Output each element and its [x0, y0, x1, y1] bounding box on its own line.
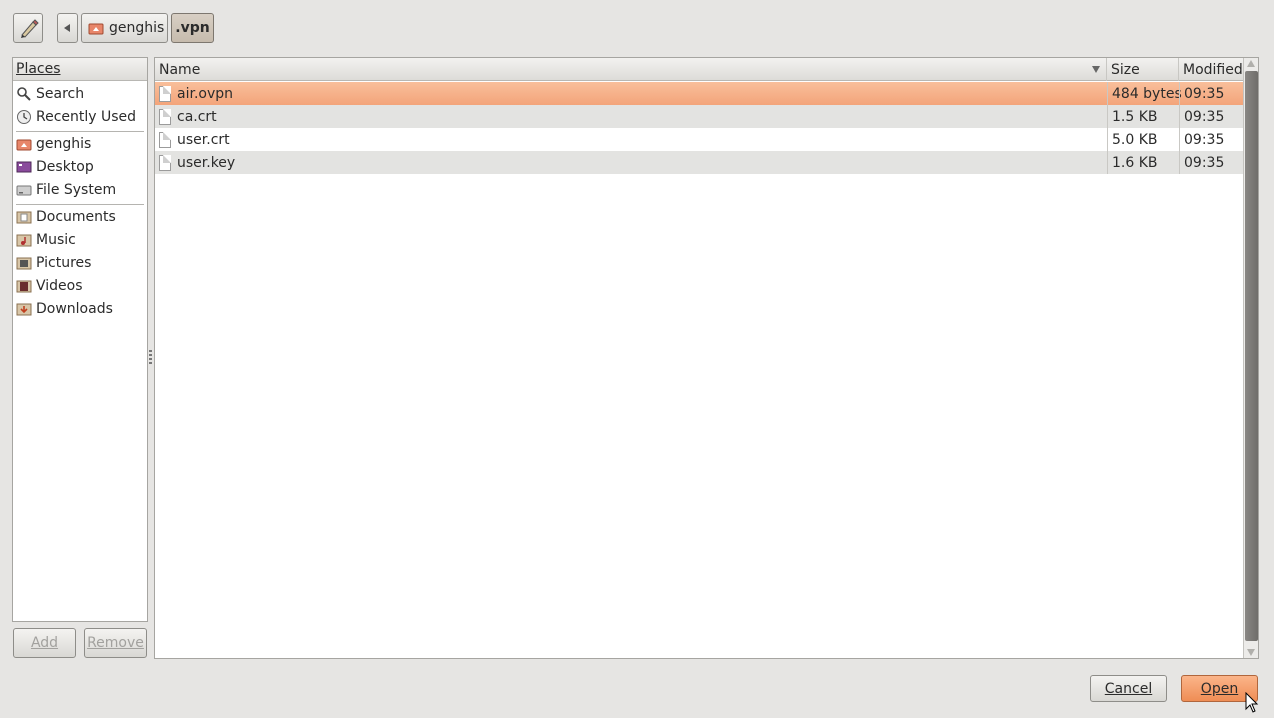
file-size: 484 bytes — [1107, 82, 1182, 105]
column-header-name[interactable]: Name — [155, 58, 1107, 81]
sort-descending-icon — [1092, 66, 1100, 73]
file-icon — [159, 131, 171, 148]
breadcrumb-home[interactable]: genghis — [81, 13, 168, 43]
file-size: 5.0 KB — [1107, 128, 1179, 151]
place-label: Downloads — [36, 300, 113, 317]
file-icon — [159, 85, 171, 102]
search-icon — [16, 86, 32, 102]
pencil-icon — [21, 19, 39, 38]
file-name: user.key — [177, 154, 236, 171]
file-icon — [159, 154, 171, 171]
column-label: Size — [1111, 61, 1140, 78]
vertical-scrollbar[interactable] — [1243, 58, 1258, 658]
column-header-size[interactable]: Size — [1107, 58, 1179, 81]
breadcrumb-label: .vpn — [175, 20, 210, 36]
drive-icon — [16, 182, 32, 198]
place-label: Recently Used — [36, 108, 137, 125]
file-name: user.crt — [177, 131, 230, 148]
recent-icon — [16, 109, 32, 125]
file-name: air.ovpn — [177, 85, 233, 102]
place-file-system[interactable]: File System — [13, 178, 147, 201]
music-folder-icon — [16, 232, 32, 248]
file-modified: 09:35 — [1179, 82, 1243, 105]
place-pictures[interactable]: Pictures — [13, 251, 147, 274]
file-size: 1.5 KB — [1107, 105, 1179, 128]
scroll-up-arrow-icon[interactable] — [1247, 60, 1255, 67]
home-folder-icon — [16, 136, 32, 152]
place-label: genghis — [36, 135, 92, 152]
pictures-folder-icon — [16, 255, 32, 271]
file-name: ca.crt — [177, 108, 217, 125]
cancel-button[interactable]: Cancel — [1090, 675, 1167, 702]
file-size: 1.6 KB — [1107, 151, 1179, 174]
scrollbar-thumb[interactable] — [1245, 71, 1258, 641]
place-label: Music — [36, 231, 76, 248]
place-downloads[interactable]: Downloads — [13, 297, 147, 320]
edit-location-button[interactable] — [13, 13, 43, 43]
add-bookmark-button[interactable]: Add — [13, 628, 76, 658]
place-label: Videos — [36, 277, 83, 294]
places-pane: Places Search Recently Used genghis Desk… — [12, 57, 148, 622]
place-label: File System — [36, 181, 117, 198]
place-label: Desktop — [36, 158, 94, 175]
open-label: Open — [1200, 680, 1239, 697]
file-name-cell: user.crt — [155, 128, 1107, 151]
file-modified: 09:35 — [1179, 151, 1243, 174]
scroll-down-arrow-icon[interactable] — [1247, 649, 1255, 656]
place-documents[interactable]: Documents — [13, 205, 147, 228]
file-row[interactable]: user.key 1.6 KB 09:35 — [155, 151, 1243, 174]
documents-folder-icon — [16, 209, 32, 225]
place-recently-used[interactable]: Recently Used — [13, 105, 147, 128]
place-videos[interactable]: Videos — [13, 274, 147, 297]
place-label: Documents — [36, 208, 116, 225]
file-row[interactable]: user.crt 5.0 KB 09:35 — [155, 128, 1243, 151]
mouse-pointer-icon — [1245, 692, 1259, 713]
place-desktop[interactable]: Desktop — [13, 155, 147, 178]
place-label: Search — [36, 85, 85, 102]
place-search[interactable]: Search — [13, 82, 147, 105]
remove-bookmark-button[interactable]: Remove — [84, 628, 147, 658]
downloads-folder-icon — [16, 301, 32, 317]
file-name-cell: air.ovpn — [155, 82, 1107, 105]
home-folder-icon — [88, 20, 104, 36]
column-header-modified[interactable]: Modified — [1179, 58, 1243, 81]
file-modified: 09:35 — [1179, 105, 1243, 128]
file-list-header: Name Size Modified — [155, 58, 1243, 81]
file-list: Name Size Modified air.ovpn 484 bytes 09… — [154, 57, 1259, 659]
file-icon — [159, 108, 171, 125]
pane-resize-handle[interactable] — [149, 350, 152, 364]
place-music[interactable]: Music — [13, 228, 147, 251]
cancel-label: Cancel — [1104, 680, 1153, 697]
places-header[interactable]: Places — [13, 58, 147, 81]
place-home[interactable]: genghis — [13, 132, 147, 155]
breadcrumb-label: genghis — [109, 20, 165, 36]
file-name-cell: ca.crt — [155, 105, 1107, 128]
remove-label: Remove — [87, 635, 144, 651]
videos-folder-icon — [16, 278, 32, 294]
arrow-left-icon[interactable] — [57, 13, 78, 43]
column-label: Name — [159, 61, 201, 78]
file-modified: 09:35 — [1179, 128, 1243, 151]
breadcrumb-current[interactable]: .vpn — [171, 13, 214, 43]
column-label: Modified — [1183, 61, 1243, 78]
desktop-icon — [16, 159, 32, 175]
file-row[interactable]: air.ovpn 484 bytes 09:35 — [155, 82, 1243, 105]
file-row[interactable]: ca.crt 1.5 KB 09:35 — [155, 105, 1243, 128]
file-name-cell: user.key — [155, 151, 1107, 174]
places-header-label: Places — [16, 61, 61, 77]
place-label: Pictures — [36, 254, 92, 271]
add-label: Add — [30, 635, 59, 651]
